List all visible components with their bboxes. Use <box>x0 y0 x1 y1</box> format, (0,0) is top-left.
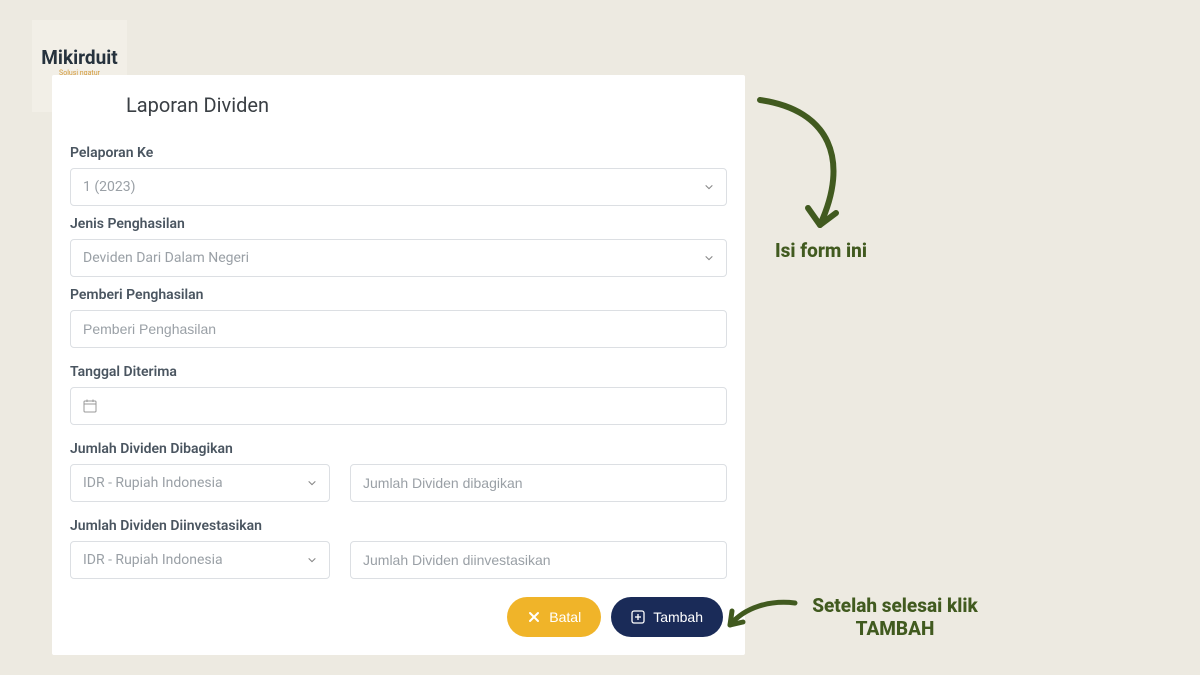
label-diinvestasikan: Jumlah Dividen Diinvestasikan <box>70 518 727 534</box>
field-tanggal: Tanggal Diterima <box>70 364 727 425</box>
input-diinvestasikan-wrap[interactable] <box>350 541 727 579</box>
select-jenis-value: Deviden Dari Dalam Negeri <box>83 250 249 266</box>
input-dibagikan[interactable] <box>363 475 714 491</box>
field-jenis: Jenis Penghasilan Deviden Dari Dalam Neg… <box>70 216 727 277</box>
label-dibagikan: Jumlah Dividen Dibagikan <box>70 441 727 457</box>
label-tanggal: Tanggal Diterima <box>70 364 727 380</box>
arrow-icon <box>720 595 800 635</box>
input-diinvestasikan[interactable] <box>363 552 714 568</box>
add-box-icon <box>631 610 645 624</box>
field-diinvestasikan: Jumlah Dividen Diinvestasikan IDR - Rupi… <box>70 518 727 579</box>
label-jenis: Jenis Penghasilan <box>70 216 727 232</box>
add-button[interactable]: Tambah <box>611 597 723 637</box>
select-pelaporan[interactable]: 1 (2023) <box>70 168 727 206</box>
arrow-icon <box>750 90 880 240</box>
card-title: Laporan Dividen <box>126 93 727 117</box>
select-currency-dibagikan[interactable]: IDR - Rupiah Indonesia <box>70 464 330 502</box>
cancel-button-label: Batal <box>549 609 581 625</box>
input-tanggal[interactable] <box>70 387 727 425</box>
chevron-down-icon <box>307 555 317 565</box>
logo-title: Mikirduit <box>41 46 117 69</box>
currency-diinvestasikan-value: IDR - Rupiah Indonesia <box>83 552 223 568</box>
chevron-down-icon <box>307 478 317 488</box>
currency-dibagikan-value: IDR - Rupiah Indonesia <box>83 475 223 491</box>
form-card: Laporan Dividen Pelaporan Ke 1 (2023) Je… <box>52 75 745 655</box>
select-currency-diinvestasikan[interactable]: IDR - Rupiah Indonesia <box>70 541 330 579</box>
add-button-label: Tambah <box>653 609 703 625</box>
label-pelaporan: Pelaporan Ke <box>70 145 727 161</box>
select-pelaporan-value: 1 (2023) <box>83 179 135 195</box>
field-dibagikan: Jumlah Dividen Dibagikan IDR - Rupiah In… <box>70 441 727 502</box>
chevron-down-icon <box>704 253 714 263</box>
label-pemberi: Pemberi Penghasilan <box>70 287 727 303</box>
select-jenis[interactable]: Deviden Dari Dalam Negeri <box>70 239 727 277</box>
input-dibagikan-wrap[interactable] <box>350 464 727 502</box>
input-pemberi[interactable] <box>83 321 714 337</box>
field-pemberi: Pemberi Penghasilan <box>70 287 727 348</box>
annotation-after-done: Setelah selesai klik TAMBAH <box>785 595 1005 641</box>
input-pemberi-wrap[interactable] <box>70 310 727 348</box>
calendar-icon <box>83 399 97 413</box>
chevron-down-icon <box>704 182 714 192</box>
close-icon <box>527 610 541 624</box>
cancel-button[interactable]: Batal <box>507 597 601 637</box>
button-row: Batal Tambah <box>507 597 723 637</box>
field-pelaporan: Pelaporan Ke 1 (2023) <box>70 145 727 206</box>
annotation-fill-form: Isi form ini <box>775 240 867 263</box>
